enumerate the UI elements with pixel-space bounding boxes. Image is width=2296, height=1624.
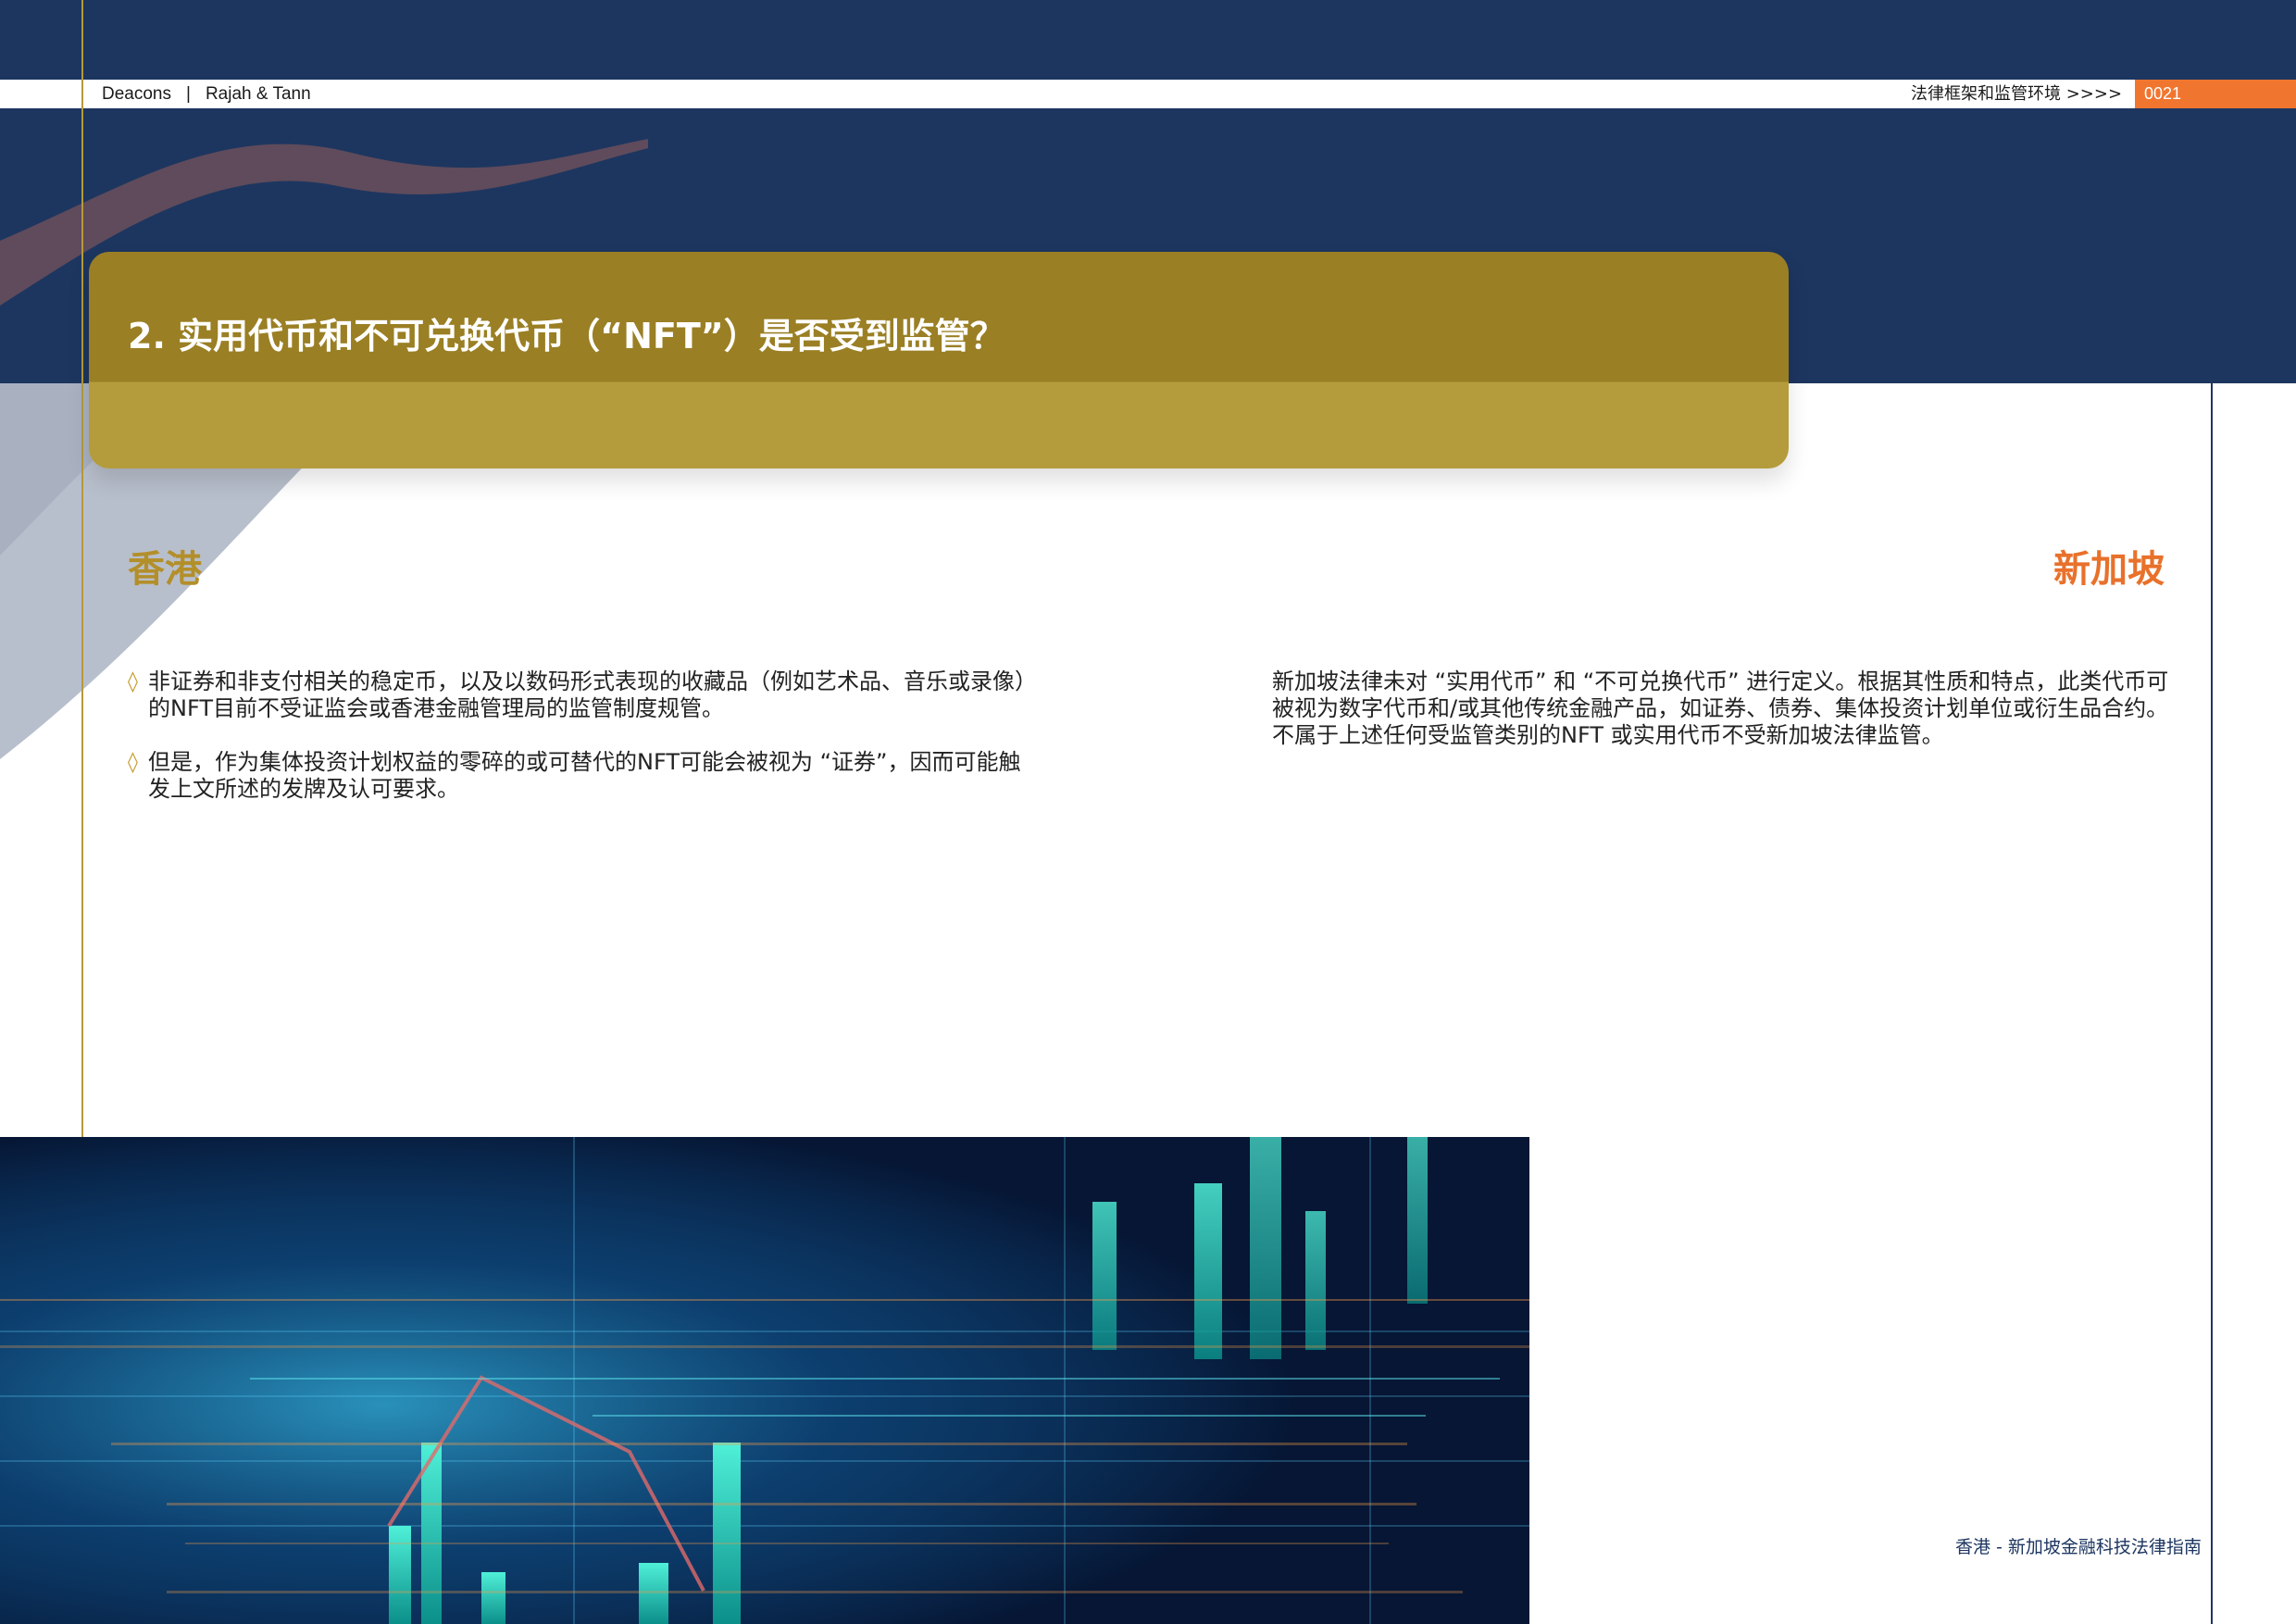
diamond-bullet-icon: ◊ bbox=[128, 670, 138, 693]
brand-separator: | bbox=[186, 84, 191, 104]
singapore-heading: 新加坡 bbox=[2053, 548, 2165, 591]
list-item-text: 非证券和非支付相关的稳定币，以及以数码形式表现的收藏品（例如艺术品、音乐或录像）… bbox=[148, 668, 1026, 721]
title-card bbox=[89, 252, 1789, 468]
right-vertical-rule bbox=[2211, 383, 2213, 1624]
list-item: ◊ 非证券和非支付相关的稳定币，以及以数码形式表现的收藏品（例如艺术品、音乐或录… bbox=[128, 668, 1035, 722]
left-vertical-rule bbox=[81, 0, 83, 1137]
list-item-text: 但是，作为集体投资计划权益的零碎的或可替代的NFT可能会被视为 “证券”，因而可… bbox=[148, 749, 1021, 802]
hong-kong-heading: 香港 bbox=[128, 548, 202, 591]
brand-deacons: Deacons bbox=[102, 84, 171, 104]
hong-kong-list: ◊ 非证券和非支付相关的稳定币，以及以数码形式表现的收藏品（例如艺术品、音乐或录… bbox=[128, 668, 1035, 830]
page-number: 0021 bbox=[2144, 84, 2182, 103]
financial-data-image bbox=[0, 1137, 1529, 1624]
section-breadcrumb: 法律框架和监管环境 >>>> bbox=[1911, 84, 2123, 104]
singapore-paragraph: 新加坡法律未对 “实用代币” 和 “不可兑换代币” 进行定义。根据其性质和特点，… bbox=[1272, 668, 2169, 748]
brand-rajah-tann: Rajah & Tann bbox=[205, 84, 311, 104]
brand-names: Deacons | Rajah & Tann bbox=[102, 80, 311, 108]
page-title: 2. 实用代币和不可兑换代币（“NFT”）是否受到监管？ bbox=[128, 316, 1005, 356]
diamond-bullet-icon: ◊ bbox=[128, 751, 138, 774]
binary-chart-illustration bbox=[0, 1137, 1529, 1624]
footer-guide-title: 香港 - 新加坡金融科技法律指南 bbox=[1955, 1537, 2202, 1557]
header-bar bbox=[0, 80, 2135, 108]
list-item: ◊ 但是，作为集体投资计划权益的零碎的或可替代的NFT可能会被视为 “证券”，因… bbox=[128, 749, 1035, 803]
